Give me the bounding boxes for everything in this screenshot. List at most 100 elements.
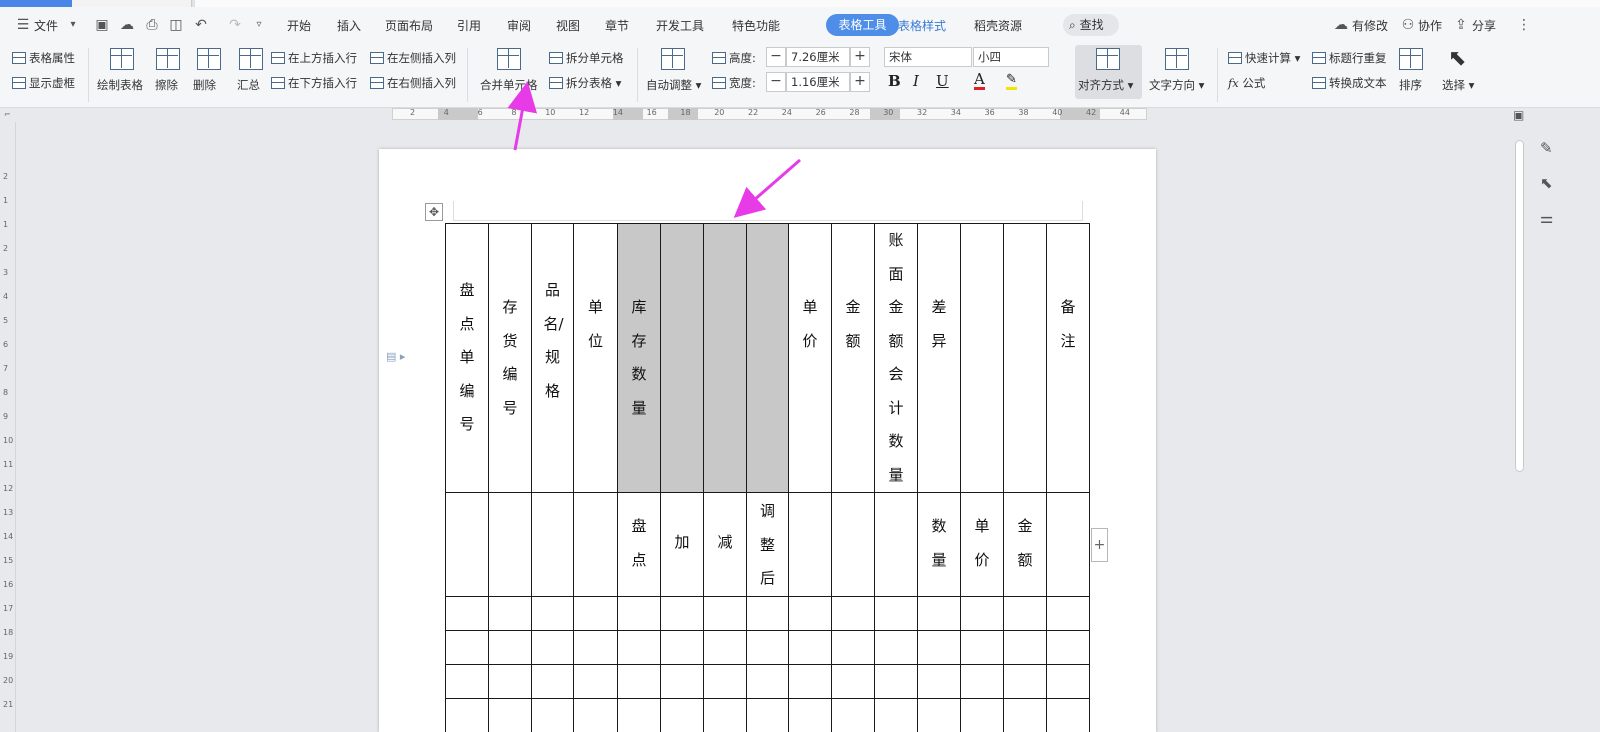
table-cell[interactable] xyxy=(573,629,618,665)
table-cell[interactable] xyxy=(488,663,532,699)
table-cell[interactable] xyxy=(788,697,832,732)
table-cell[interactable] xyxy=(1046,492,1090,597)
menu-icon[interactable]: ☰ xyxy=(14,16,32,34)
convert-to-text-button[interactable]: 转换成文本 xyxy=(1312,75,1387,91)
chevron-down-icon[interactable]: ▾ xyxy=(64,16,82,34)
table-cell[interactable] xyxy=(788,595,832,631)
quick-calc-button[interactable]: 快速计算 ▾ xyxy=(1228,50,1300,66)
table-cell[interactable] xyxy=(703,629,747,665)
table-cell[interactable] xyxy=(531,629,574,665)
split-cells-button[interactable]: 拆分单元格 xyxy=(549,50,624,66)
italic-button[interactable]: I xyxy=(913,72,919,90)
summary-button[interactable]: 汇总 xyxy=(237,77,260,93)
table-cell[interactable]: 账面金额会计数量 xyxy=(874,223,918,493)
table-cell[interactable] xyxy=(960,223,1004,493)
table-cell[interactable] xyxy=(874,697,918,732)
cursor-icon[interactable]: ⬉ xyxy=(1540,174,1553,192)
table-cell[interactable]: 金额 xyxy=(1003,492,1047,597)
table-cell[interactable] xyxy=(746,663,789,699)
cloud-icon[interactable]: ☁ xyxy=(118,16,136,34)
table-cell[interactable] xyxy=(960,595,1004,631)
tab-review[interactable]: 审阅 xyxy=(507,17,531,34)
table-cell[interactable] xyxy=(488,697,532,732)
table-cell[interactable] xyxy=(617,697,661,732)
font-name-select[interactable]: 宋体 xyxy=(884,47,972,67)
split-table-button[interactable]: 拆分表格 ▾ xyxy=(549,75,621,91)
table-cell[interactable] xyxy=(746,223,789,493)
table-cell[interactable]: 库存数量 xyxy=(617,223,661,493)
insert-column-left-button[interactable]: 在左侧插入列 xyxy=(370,50,456,66)
table-cell[interactable] xyxy=(445,492,489,597)
table-cell[interactable]: 品名/规格 xyxy=(531,223,574,493)
modified-status[interactable]: 有修改 xyxy=(1352,17,1388,34)
table-cell[interactable] xyxy=(660,223,704,493)
table-cell[interactable] xyxy=(788,629,832,665)
table-cell[interactable] xyxy=(703,663,747,699)
table-row[interactable] xyxy=(445,663,1090,699)
table-row[interactable] xyxy=(445,629,1090,665)
table-cell[interactable] xyxy=(445,697,489,732)
table-cell[interactable] xyxy=(660,663,704,699)
table-cell[interactable]: 减 xyxy=(703,492,747,597)
table-move-handle-icon[interactable]: ✥ xyxy=(425,203,443,221)
tab-section[interactable]: 章节 xyxy=(605,17,629,34)
tab-view[interactable]: 视图 xyxy=(556,17,580,34)
table-cell[interactable] xyxy=(488,492,532,597)
width-decrease-button[interactable]: − xyxy=(766,72,786,92)
tab-insert[interactable]: 插入 xyxy=(337,17,361,34)
table-cell[interactable] xyxy=(445,629,489,665)
table-cell[interactable]: 存货编号 xyxy=(488,223,532,493)
table-cell[interactable]: 单价 xyxy=(960,492,1004,597)
draw-table-button[interactable]: 绘制表格 xyxy=(97,77,143,93)
table-cell[interactable]: 数量 xyxy=(917,492,961,597)
table-cell[interactable] xyxy=(1046,697,1090,732)
table-cell[interactable] xyxy=(831,697,875,732)
table-cell[interactable] xyxy=(488,629,532,665)
table-cell[interactable] xyxy=(831,492,875,597)
insert-column-right-button[interactable]: 在右侧插入列 xyxy=(370,75,456,91)
edit-pen-icon[interactable]: ✎ xyxy=(1540,139,1553,157)
panel-toggle-icon[interactable]: ▣ xyxy=(1513,108,1524,122)
tab-features[interactable]: 特色功能 xyxy=(732,17,780,34)
print-icon[interactable]: ⎙ xyxy=(143,16,161,34)
table-cell[interactable]: 调整后 xyxy=(746,492,789,597)
horizontal-ruler[interactable]: ⌐ 2 4 6 8 10 12 14 16 18 20 22 24 26 28 30 32 34 36 38 40 42… xyxy=(0,108,1510,122)
auto-adjust-button[interactable]: 自动调整 ▾ xyxy=(646,77,701,93)
table-cell[interactable] xyxy=(746,629,789,665)
table-cell[interactable]: 差异 xyxy=(917,223,961,493)
table-cell[interactable]: 金额 xyxy=(831,223,875,493)
width-increase-button[interactable]: + xyxy=(850,72,870,92)
table-cell[interactable] xyxy=(531,697,574,732)
align-button[interactable]: 对齐方式 ▾ xyxy=(1078,77,1133,93)
undo-icon[interactable]: ↶ xyxy=(192,16,210,34)
table-cell[interactable] xyxy=(874,629,918,665)
insert-row-below-button[interactable]: 在下方插入行 xyxy=(271,75,357,91)
table-cell[interactable] xyxy=(703,223,747,493)
height-decrease-button[interactable]: − xyxy=(766,47,786,67)
tab-table-tools[interactable]: 表格工具 xyxy=(826,14,899,36)
table-cell[interactable] xyxy=(660,697,704,732)
settings-sliders-icon[interactable]: ⚌ xyxy=(1540,209,1553,227)
collaborate-button[interactable]: 协作 xyxy=(1418,17,1442,34)
text-direction-button[interactable]: 文字方向 ▾ xyxy=(1149,77,1204,93)
table-cell[interactable]: 加 xyxy=(660,492,704,597)
table-cell[interactable] xyxy=(1003,629,1047,665)
add-column-button[interactable]: + xyxy=(1091,528,1108,562)
table-cell[interactable] xyxy=(445,663,489,699)
table-cell[interactable] xyxy=(703,697,747,732)
table-cell[interactable] xyxy=(1003,223,1047,493)
tab-reference[interactable]: 引用 xyxy=(457,17,481,34)
table-cell[interactable] xyxy=(960,697,1004,732)
table-cell[interactable] xyxy=(874,663,918,699)
delete-button[interactable]: 删除 xyxy=(193,77,216,93)
table-cell[interactable] xyxy=(788,492,832,597)
height-increase-button[interactable]: + xyxy=(850,47,870,67)
table-cell[interactable] xyxy=(1046,629,1090,665)
inventory-table[interactable]: 盘点单编号 存货编号 品名/规格 单位 库存数量 单价 金额 账面金额会计数量 差异 备注 盘点加减… xyxy=(445,223,1090,732)
table-cell[interactable] xyxy=(573,663,618,699)
table-cell[interactable] xyxy=(746,697,789,732)
formula-button[interactable]: fx 公式 xyxy=(1228,75,1265,91)
font-size-select[interactable]: 小四 xyxy=(973,47,1049,67)
sort-button[interactable]: 排序 xyxy=(1399,77,1422,93)
table-cell[interactable] xyxy=(531,663,574,699)
